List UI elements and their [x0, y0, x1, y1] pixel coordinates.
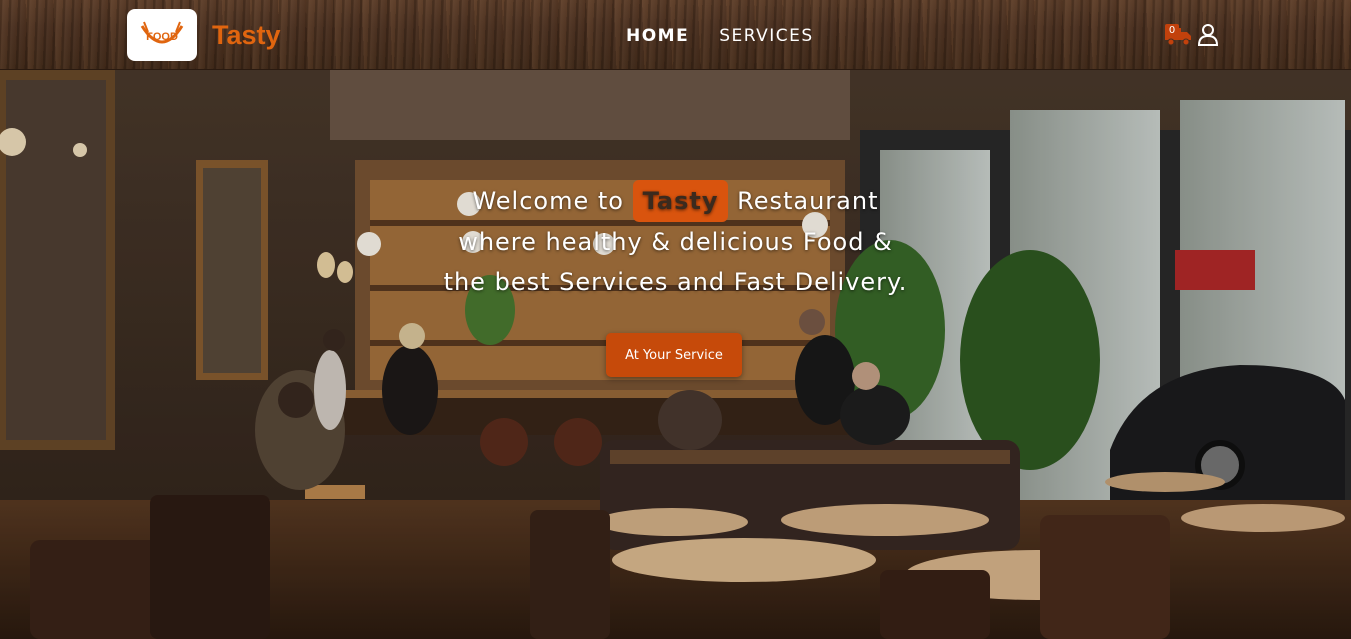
at-your-service-button[interactable]: At Your Service — [606, 333, 742, 377]
main-nav: HOME SERVICES — [626, 26, 814, 46]
svg-text:FOOD: FOOD — [146, 31, 178, 43]
user-icon — [1197, 24, 1219, 46]
logo-icon: FOOD — [140, 21, 184, 44]
site-header: FOOD Tasty HOME SERVICES 0 — [0, 0, 1351, 70]
logo[interactable]: FOOD — [127, 9, 197, 61]
hero-line-1: Welcome to Tasty Restaurant — [0, 180, 1351, 222]
user-account-button[interactable] — [1196, 22, 1220, 48]
nav-home[interactable]: HOME — [626, 26, 689, 46]
hero-headline: Welcome to Tasty Restaurant where health… — [0, 180, 1351, 302]
brand-name[interactable]: Tasty — [212, 20, 281, 51]
brand-highlight: Tasty — [632, 180, 729, 222]
hero-line-3: the best Services and Fast Delivery. — [443, 268, 908, 296]
nav-services[interactable]: SERVICES — [719, 26, 813, 46]
hero-line-2: where healthy & delicious Food & — [458, 228, 893, 256]
hero-section: Welcome to Tasty Restaurant where health… — [0, 70, 1351, 639]
cart-count-badge: 0 — [1165, 24, 1179, 38]
cart-button[interactable]: 0 — [1163, 22, 1193, 48]
